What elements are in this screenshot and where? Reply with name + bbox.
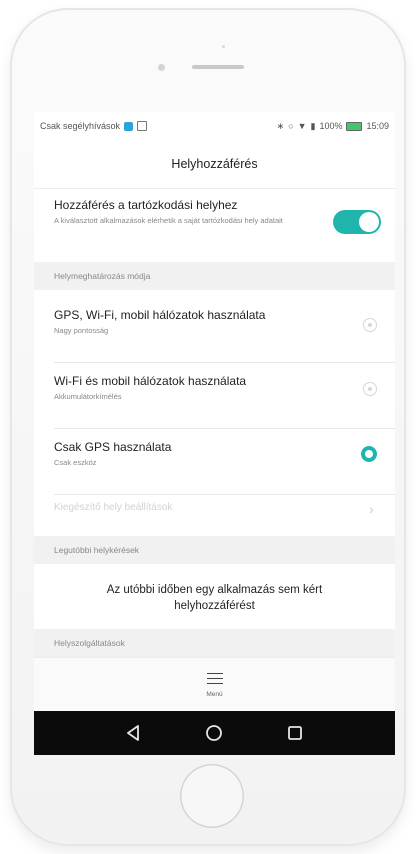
bluetooth-icon: ∗ xyxy=(276,120,285,131)
location-access-toggle[interactable] xyxy=(333,210,381,234)
mode-option-subtitle: Akkumulátorkímélés xyxy=(54,392,122,401)
radio-gps-only[interactable] xyxy=(361,446,377,462)
sensor-dot xyxy=(222,45,225,48)
mode-option-subtitle: Csak eszköz xyxy=(54,458,97,467)
recent-apps-icon[interactable] xyxy=(285,723,305,743)
carrier-text: Csak segélyhívások xyxy=(40,121,121,131)
battery-icon xyxy=(346,121,363,131)
mode-option-battery-saving[interactable]: Wi-Fi és mobil hálózatok használata Akku… xyxy=(34,374,395,422)
chevron-right-icon: › xyxy=(369,501,374,517)
mode-option-subtitle: Nagy pontosság xyxy=(54,326,109,335)
divider xyxy=(54,362,395,363)
radio-high-accuracy[interactable] xyxy=(363,318,377,332)
back-icon[interactable] xyxy=(124,723,144,743)
advanced-settings-row[interactable]: Kiegészítő hely beállítások xyxy=(34,502,395,526)
mode-option-title: Csak GPS használata xyxy=(54,440,172,454)
signal-icon: ▮ xyxy=(310,120,316,131)
physical-home-button[interactable] xyxy=(180,764,244,828)
phone-screen: Csak segélyhívások ∗ ○ ▼ ▮ 100% 15:09 He… xyxy=(34,112,395,755)
status-time: 15:09 xyxy=(366,121,389,131)
android-nav-bar xyxy=(34,711,395,755)
mode-option-high-accuracy[interactable]: GPS, Wi-Fi, mobil hálózatok használata N… xyxy=(34,308,395,356)
location-access-subtitle: A kiválasztott alkalmazások elérhetik a … xyxy=(54,216,283,225)
radio-battery-saving[interactable] xyxy=(363,382,377,396)
section-header-mode: Helymeghatározás módja xyxy=(34,262,395,290)
alarm-icon: ○ xyxy=(288,121,294,131)
menu-icon xyxy=(206,672,223,685)
section-header-recent: Legutóbbi helykérések xyxy=(34,536,395,564)
recent-requests-empty-message: Az utóbbi időben egy alkalmazás sem kért… xyxy=(106,583,323,612)
toggle-knob xyxy=(359,212,379,232)
page-title: Helyhozzáférés xyxy=(34,140,395,189)
battery-percent: 100% xyxy=(319,121,343,131)
status-bar: Csak segélyhívások ∗ ○ ▼ ▮ 100% 15:09 xyxy=(34,112,395,140)
home-nav-icon[interactable] xyxy=(204,723,224,743)
front-camera xyxy=(158,64,165,71)
earpiece-speaker xyxy=(192,65,244,69)
divider xyxy=(54,428,395,429)
notification-icon xyxy=(124,121,134,131)
divider xyxy=(54,494,395,495)
section-header-services: Helyszolgáltatások xyxy=(34,629,395,657)
bottom-menu-button[interactable]: Menü xyxy=(34,657,395,712)
mode-option-title: GPS, Wi-Fi, mobil hálózatok használata xyxy=(54,308,266,322)
image-icon xyxy=(137,121,148,131)
status-left: Csak segélyhívások xyxy=(40,121,148,131)
advanced-settings-label: Kiegészítő hely beállítások xyxy=(54,502,173,513)
wifi-icon: ▼ xyxy=(297,121,307,131)
mode-option-title: Wi-Fi és mobil hálózatok használata xyxy=(54,374,247,388)
status-right: ∗ ○ ▼ ▮ 100% 15:09 xyxy=(277,121,389,132)
mode-option-gps-only[interactable]: Csak GPS használata Csak eszköz xyxy=(34,440,395,488)
menu-label: Menü xyxy=(206,690,223,698)
